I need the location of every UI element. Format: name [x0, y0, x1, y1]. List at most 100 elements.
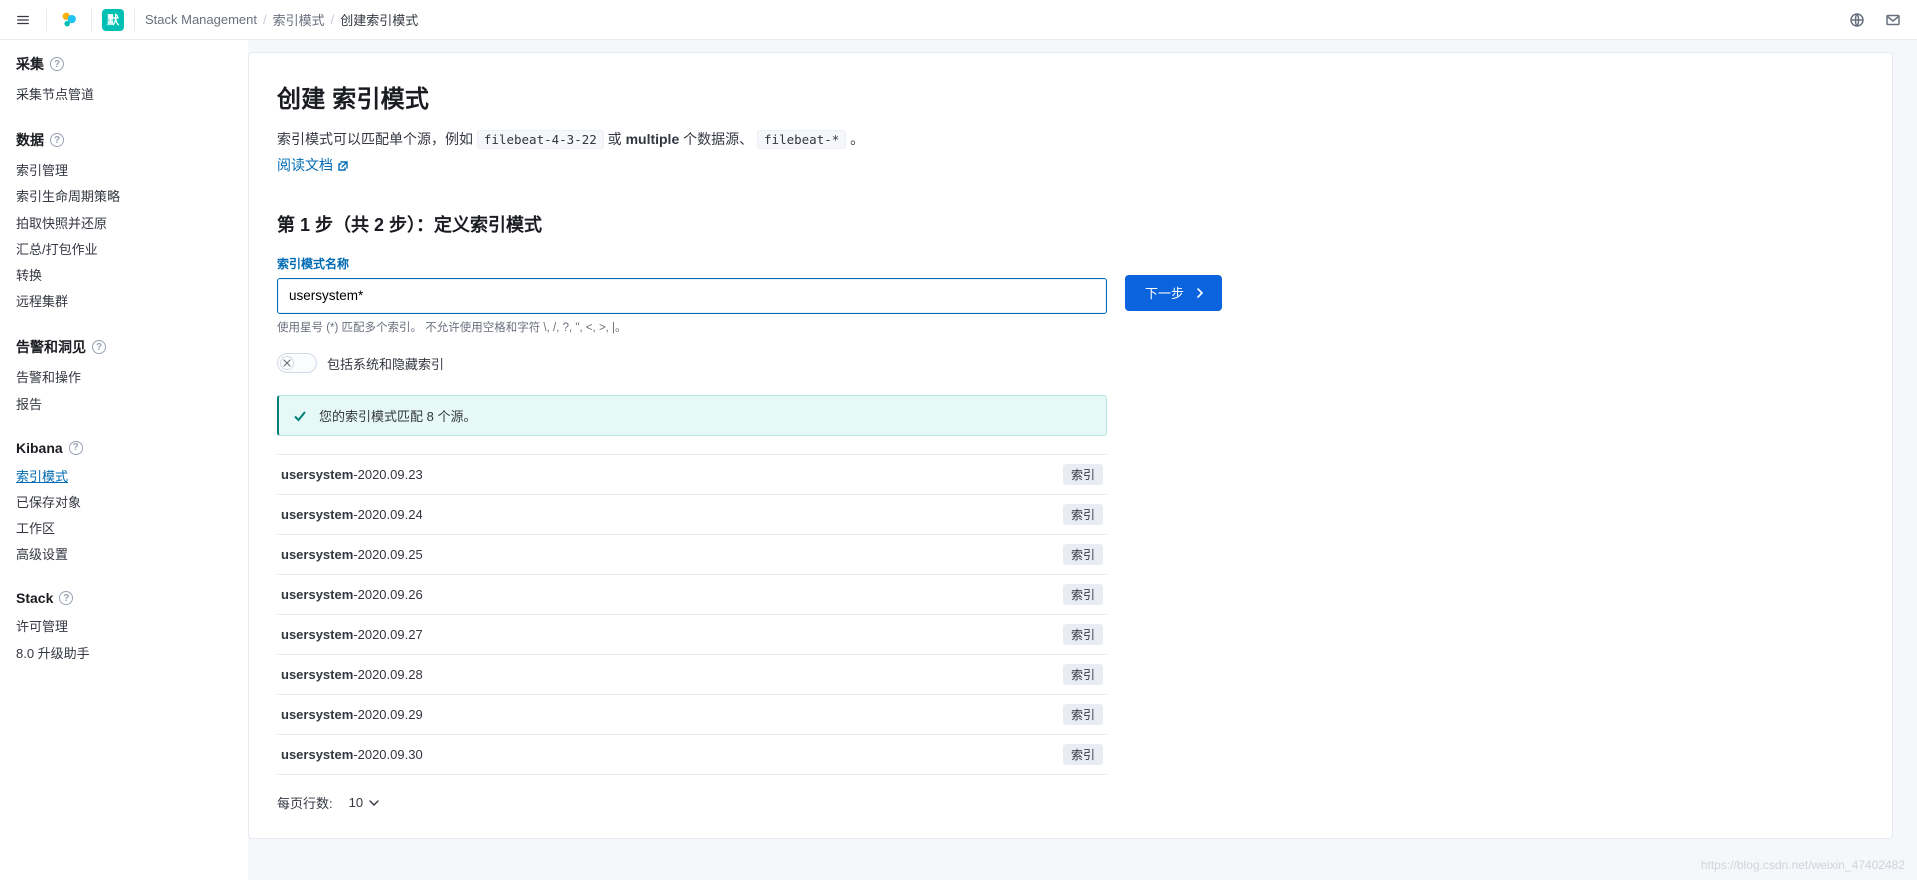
- sidebar-item[interactable]: 索引模式: [16, 464, 232, 490]
- index-tag: 索引: [1063, 544, 1103, 565]
- match-name: usersystem-2020.09.27: [281, 627, 423, 642]
- read-docs-link[interactable]: 阅读文档: [277, 154, 349, 176]
- pager-value: 10: [349, 795, 363, 810]
- help-icon[interactable]: ?: [92, 340, 106, 354]
- match-row: usersystem-2020.09.27 索引: [277, 615, 1107, 655]
- match-name: usersystem-2020.09.26: [281, 587, 423, 602]
- pager: 每页行数: 10: [277, 793, 1107, 812]
- intro-mid: 或: [608, 131, 626, 147]
- match-row: usersystem-2020.09.23 索引: [277, 454, 1107, 495]
- external-link-icon: [337, 160, 349, 172]
- sidebar-item[interactable]: 报告: [16, 392, 232, 418]
- index-tag: 索引: [1063, 584, 1103, 605]
- chevron-right-icon: [1194, 287, 1206, 299]
- sidebar-section-title: 告警和洞见?: [16, 337, 232, 357]
- mail-icon: [1885, 12, 1901, 28]
- elastic-logo-icon: [58, 9, 80, 31]
- read-docs-label: 阅读文档: [277, 154, 333, 176]
- sidebar-item[interactable]: 索引生命周期策略: [16, 184, 232, 210]
- divider: [46, 9, 47, 31]
- breadcrumb-current: 创建索引模式: [340, 10, 418, 29]
- divider: [91, 9, 92, 31]
- breadcrumb-separator: /: [263, 12, 267, 27]
- match-name: usersystem-2020.09.29: [281, 707, 423, 722]
- match-row: usersystem-2020.09.24 索引: [277, 495, 1107, 535]
- sidebar-item[interactable]: 采集节点管道: [16, 82, 232, 108]
- divider: [134, 9, 135, 31]
- match-list: usersystem-2020.09.23索引usersystem-2020.0…: [277, 454, 1107, 775]
- page-title: 创建 索引模式: [277, 79, 1864, 114]
- match-row: usersystem-2020.09.25 索引: [277, 535, 1107, 575]
- step-title: 第 1 步（共 2 步）：定义索引模式: [277, 211, 1864, 237]
- index-tag: 索引: [1063, 704, 1103, 725]
- match-callout: 您的索引模式匹配 8 个源。: [277, 395, 1107, 436]
- help-icon[interactable]: ?: [50, 57, 64, 71]
- index-tag: 索引: [1063, 504, 1103, 525]
- match-name: usersystem-2020.09.25: [281, 547, 423, 562]
- sidebar-item[interactable]: 远程集群: [16, 289, 232, 315]
- breadcrumb-stack-management[interactable]: Stack Management: [145, 12, 257, 27]
- newsfeed-button[interactable]: [1843, 6, 1871, 34]
- sidebar-item[interactable]: 8.0 升级助手: [16, 641, 232, 667]
- hamburger-icon: [16, 12, 30, 28]
- index-tag: 索引: [1063, 744, 1103, 765]
- sidebar-item[interactable]: 高级设置: [16, 542, 232, 568]
- index-tag: 索引: [1063, 664, 1103, 685]
- chevron-down-icon: [369, 798, 379, 808]
- match-name: usersystem-2020.09.30: [281, 747, 423, 762]
- sidebar-item[interactable]: 拍取快照并还原: [16, 211, 232, 237]
- sidebar-item[interactable]: 告警和操作: [16, 365, 232, 391]
- rows-per-page-select[interactable]: 10: [343, 794, 385, 811]
- match-row: usersystem-2020.09.26 索引: [277, 575, 1107, 615]
- sidebar-item[interactable]: 转换: [16, 263, 232, 289]
- match-name: usersystem-2020.09.28: [281, 667, 423, 682]
- next-step-button[interactable]: 下一步: [1125, 275, 1222, 311]
- sidebar-item[interactable]: 许可管理: [16, 614, 232, 640]
- match-row: usersystem-2020.09.28 索引: [277, 655, 1107, 695]
- breadcrumb-separator: /: [331, 12, 335, 27]
- include-system-label: 包括系统和隐藏索引: [327, 354, 444, 373]
- topbar: 默 Stack Management / 索引模式 / 创建索引模式: [0, 0, 1917, 40]
- menu-toggle-button[interactable]: [10, 7, 36, 33]
- space-selector[interactable]: 默: [102, 9, 124, 31]
- intro-suffix: 。: [850, 131, 864, 147]
- globe-icon: [1849, 12, 1865, 28]
- intro-text: 索引模式可以匹配单个源，例如 filebeat-4-3-22 或 multipl…: [277, 128, 1864, 177]
- elastic-logo[interactable]: [57, 8, 81, 32]
- sidebar-section-title: Kibana?: [16, 440, 232, 456]
- include-system-toggle[interactable]: [277, 353, 317, 373]
- x-icon: [283, 359, 291, 367]
- intro-bold: multiple: [626, 131, 680, 147]
- breadcrumb-index-patterns[interactable]: 索引模式: [273, 10, 325, 29]
- pattern-hint: 使用星号 (*) 匹配多个索引。 不允许使用空格和字符 \, /, ?, ", …: [277, 320, 1107, 337]
- index-pattern-input[interactable]: [277, 278, 1107, 314]
- match-name: usersystem-2020.09.24: [281, 507, 423, 522]
- help-icon[interactable]: ?: [69, 441, 83, 455]
- sidebar-section-title: Stack?: [16, 590, 232, 606]
- intro-code-wildcard: filebeat-*: [757, 130, 846, 149]
- help-icon[interactable]: ?: [59, 591, 73, 605]
- sidebar-item[interactable]: 已保存对象: [16, 490, 232, 516]
- pager-label: 每页行数:: [277, 793, 333, 812]
- index-tag: 索引: [1063, 624, 1103, 645]
- sidebar-section-title: 采集?: [16, 54, 232, 74]
- sidebar-item[interactable]: 汇总/打包作业: [16, 237, 232, 263]
- intro-mid2: 个数据源、: [683, 131, 757, 147]
- intro-prefix: 索引模式可以匹配单个源，例如: [277, 131, 477, 147]
- mail-button[interactable]: [1879, 6, 1907, 34]
- next-step-label: 下一步: [1145, 283, 1184, 302]
- sidebar-item[interactable]: 索引管理: [16, 158, 232, 184]
- help-icon[interactable]: ?: [50, 133, 64, 147]
- match-name: usersystem-2020.09.23: [281, 467, 423, 482]
- match-row: usersystem-2020.09.29 索引: [277, 695, 1107, 735]
- sidebar-item[interactable]: 工作区: [16, 516, 232, 542]
- match-row: usersystem-2020.09.30 索引: [277, 735, 1107, 775]
- check-icon: [293, 409, 307, 423]
- main-content: 创建 索引模式 索引模式可以匹配单个源，例如 filebeat-4-3-22 或…: [248, 40, 1917, 880]
- breadcrumb: Stack Management / 索引模式 / 创建索引模式: [145, 10, 418, 29]
- match-callout-text: 您的索引模式匹配 8 个源。: [319, 406, 476, 425]
- intro-code-single: filebeat-4-3-22: [477, 130, 604, 149]
- index-tag: 索引: [1063, 464, 1103, 485]
- toggle-knob: [280, 356, 294, 370]
- content-panel: 创建 索引模式 索引模式可以匹配单个源，例如 filebeat-4-3-22 或…: [248, 52, 1893, 839]
